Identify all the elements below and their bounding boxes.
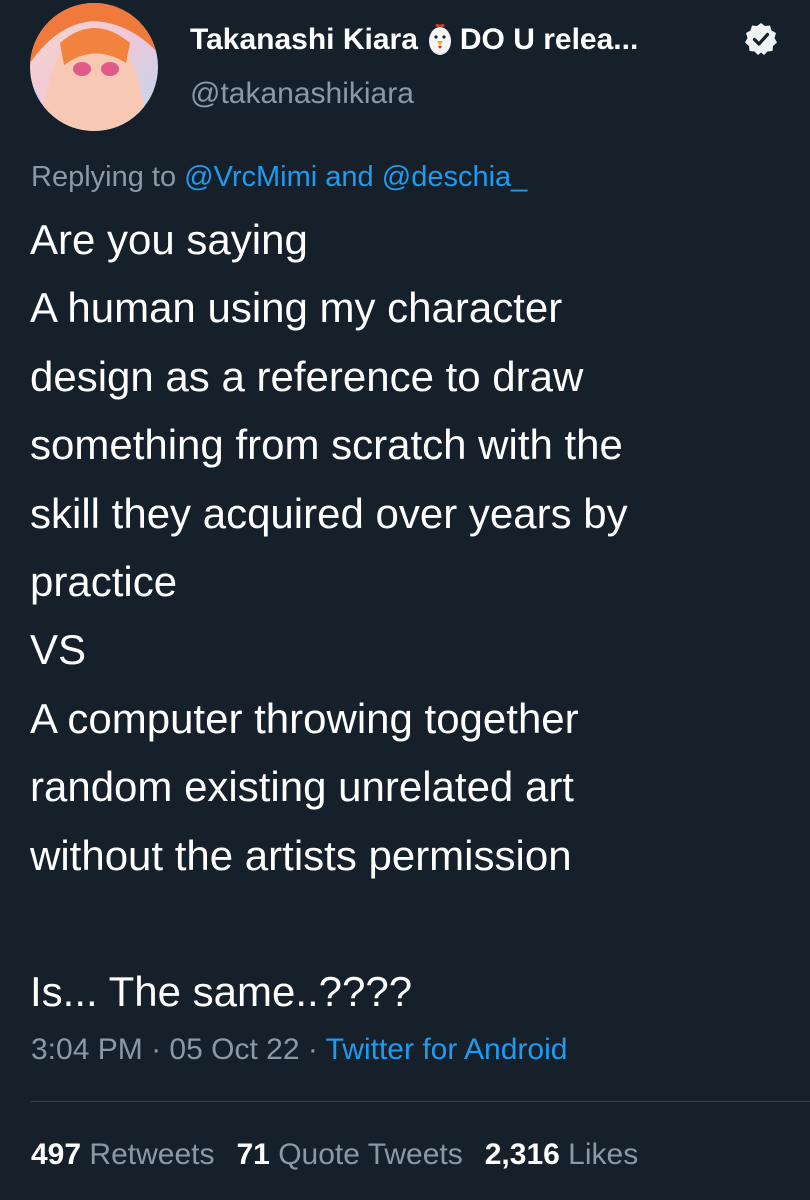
likes-stat[interactable]: 2,316 Likes bbox=[485, 1138, 638, 1171]
tweet-line: VS bbox=[30, 626, 87, 674]
tweet-text: Are you saying A human using my characte… bbox=[30, 206, 810, 1027]
likes-count: 2,316 bbox=[484, 1138, 560, 1171]
tweet-line: skill they acquired over years by bbox=[30, 489, 628, 537]
tweet-line: design as a reference to draw bbox=[30, 352, 584, 400]
replying-to: Replying to @VrcMimi and @deschia_ bbox=[31, 157, 527, 197]
chicken-emoji-icon bbox=[426, 22, 454, 58]
author-handle[interactable]: @takanashikiara bbox=[190, 74, 414, 114]
tweet-time[interactable]: 3:04 PM bbox=[31, 1033, 143, 1066]
quote-tweets-label: Quote Tweets bbox=[278, 1138, 463, 1171]
reply-user-link[interactable]: @deschia_ bbox=[382, 161, 528, 193]
display-name-text: Takanashi Kiara bbox=[190, 23, 418, 56]
meta-separator: · bbox=[307, 1033, 318, 1066]
tweet-source-link[interactable]: Twitter for Android bbox=[326, 1033, 568, 1066]
avatar-image bbox=[30, 3, 158, 131]
replying-prefix: Replying to bbox=[31, 161, 177, 193]
meta-separator: · bbox=[151, 1033, 162, 1066]
retweets-label: Retweets bbox=[89, 1138, 215, 1171]
tweet-line: Are you saying bbox=[30, 216, 308, 263]
tweet-meta: 3:04 PM · 05 Oct 22 · Twitter for Androi… bbox=[31, 1030, 567, 1070]
likes-label: Likes bbox=[568, 1138, 639, 1171]
avatar[interactable] bbox=[30, 3, 158, 131]
reply-user-link[interactable]: @VrcMimi bbox=[184, 161, 317, 193]
tweet-line: random existing unrelated art bbox=[30, 763, 574, 811]
tweet-line: Is... The same..???? bbox=[30, 968, 413, 1016]
retweets-count: 497 bbox=[31, 1138, 82, 1171]
tweet-line: A computer throwing together bbox=[30, 694, 579, 742]
divider bbox=[31, 1101, 810, 1102]
tweet-line: without the artists permission bbox=[30, 831, 572, 879]
display-name-suffix: DO U relea... bbox=[459, 23, 639, 56]
reply-conjunction: and bbox=[325, 161, 374, 193]
quote-tweets-count: 71 bbox=[236, 1138, 270, 1171]
tweet-line: practice bbox=[30, 557, 178, 605]
engagement-stats: 497 Retweets 71 Quote Tweets 2,316 Likes bbox=[31, 1135, 638, 1175]
tweet-date[interactable]: 05 Oct 22 bbox=[169, 1033, 299, 1066]
display-name[interactable]: Takanashi Kiara DO U relea... bbox=[190, 20, 638, 60]
retweets-stat[interactable]: 497 Retweets bbox=[31, 1138, 214, 1171]
quote-tweets-stat[interactable]: 71 Quote Tweets bbox=[236, 1138, 462, 1171]
verified-badge-icon bbox=[744, 22, 778, 56]
tweet-line: something from scratch with the bbox=[30, 421, 623, 469]
tweet-line bbox=[30, 890, 810, 958]
tweet-line: A human using my character bbox=[30, 284, 563, 332]
